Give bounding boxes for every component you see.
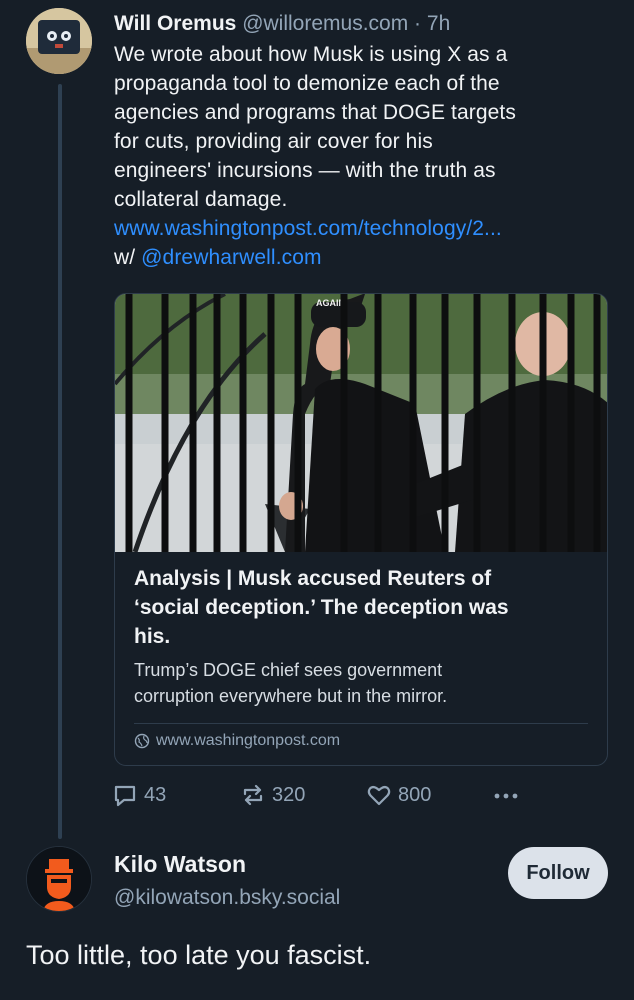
mention-line: w/ @drewharwell.com bbox=[114, 243, 614, 272]
reply-author-name[interactable]: Kilo Watson bbox=[114, 849, 340, 879]
post-header: Will Oremus @willoremus.com · 7h bbox=[114, 10, 614, 38]
author-name[interactable]: Will Oremus bbox=[114, 12, 236, 35]
link-card[interactable]: AGAIN Analysis | Musk accused Reuters of… bbox=[114, 293, 608, 766]
post-text-line: agencies and programs that DOGE targets bbox=[114, 101, 516, 124]
card-image: AGAIN bbox=[115, 294, 607, 552]
avatar-image bbox=[27, 847, 91, 911]
post-text: We wrote about how Musk is using X as a … bbox=[114, 40, 614, 272]
reply-author-avatar[interactable] bbox=[26, 846, 92, 912]
article-link[interactable]: www.washingtonpost.com/technology/2... bbox=[114, 214, 614, 243]
like-button[interactable]: 800 bbox=[366, 782, 431, 808]
post-timestamp[interactable]: 7h bbox=[427, 12, 450, 35]
card-title-line: his. bbox=[134, 625, 171, 648]
reply-header: Kilo Watson @kilowatson.bsky.social bbox=[114, 849, 340, 913]
repost-icon bbox=[243, 784, 263, 806]
repost-count: 320 bbox=[272, 783, 306, 806]
avatar-image bbox=[26, 8, 92, 74]
more-icon bbox=[494, 793, 518, 799]
mention-link[interactable]: @drewharwell.com bbox=[141, 246, 321, 269]
post-text-line: engineers' incursions — with the truth a… bbox=[114, 159, 496, 182]
reply-count: 43 bbox=[144, 783, 167, 806]
more-options-button[interactable] bbox=[492, 786, 520, 806]
heart-icon bbox=[367, 785, 391, 806]
card-domain-row: www.washingtonpost.com bbox=[134, 732, 588, 750]
card-divider bbox=[134, 723, 588, 724]
reply-text: Too little, too late you fascist. bbox=[26, 940, 372, 970]
with-prefix: w/ bbox=[114, 246, 136, 269]
card-title-line: Analysis | Musk accused Reuters of bbox=[134, 567, 492, 590]
post-actions: 43 320 800 bbox=[112, 782, 532, 812]
post-text-line: We wrote about how Musk is using X as a bbox=[114, 43, 508, 66]
post-text-line: propaganda tool to demonize each of the bbox=[114, 72, 500, 95]
thread-line bbox=[58, 84, 62, 839]
post-text-line: for cuts, providing air cover for his bbox=[114, 130, 433, 153]
author-handle[interactable]: @willoremus.com bbox=[242, 12, 408, 35]
repost-button[interactable]: 320 bbox=[240, 782, 305, 808]
globe-icon bbox=[134, 733, 150, 749]
author-avatar[interactable] bbox=[26, 8, 92, 74]
comment-icon bbox=[114, 785, 136, 807]
card-title-line: ‘social deception.’ The deception was bbox=[134, 596, 509, 619]
card-description-line: Trump’s DOGE chief sees government bbox=[134, 660, 443, 680]
post-text-line: collateral damage. bbox=[114, 188, 288, 211]
post[interactable]: Will Oremus @willoremus.com · 7h We wrot… bbox=[114, 10, 614, 272]
like-count: 800 bbox=[398, 783, 432, 806]
header-separator: · bbox=[414, 12, 422, 35]
reply-button[interactable]: 43 bbox=[112, 782, 166, 808]
card-domain: www.washingtonpost.com bbox=[156, 732, 341, 749]
card-description: Trump’s DOGE chief sees government corru… bbox=[134, 657, 588, 709]
card-description-line: corruption everywhere but in the mirror. bbox=[134, 686, 448, 706]
follow-button[interactable]: Follow bbox=[508, 847, 608, 899]
reply-author-handle[interactable]: @kilowatson.bsky.social bbox=[114, 883, 340, 913]
card-title: Analysis | Musk accused Reuters of ‘soci… bbox=[134, 564, 588, 651]
